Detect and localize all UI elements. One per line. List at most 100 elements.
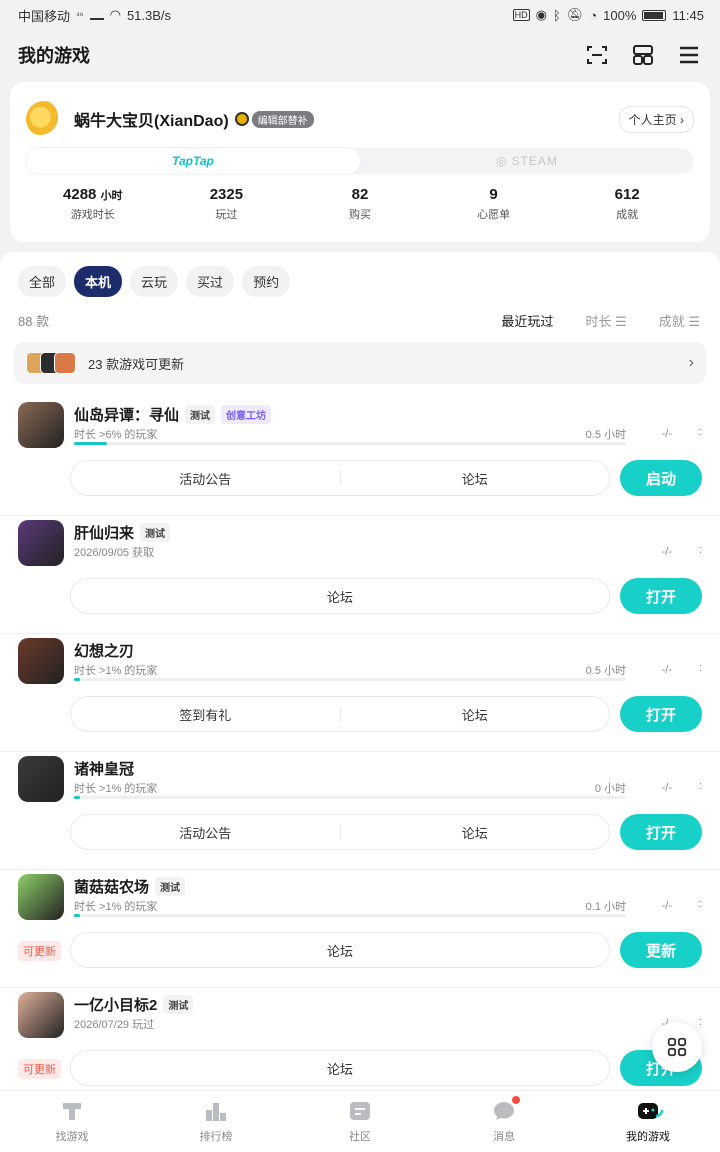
game-icon[interactable] xyxy=(18,520,64,566)
nav-label: 消息 xyxy=(493,1130,515,1143)
more-options-button[interactable]: : xyxy=(699,1016,702,1028)
scan-icon[interactable] xyxy=(584,42,610,68)
game-link-button[interactable]: 活动公告 xyxy=(71,823,340,842)
game-icon[interactable] xyxy=(18,756,64,802)
nav-ranking[interactable]: 排行榜 xyxy=(144,1091,288,1152)
chevron-right-icon: › xyxy=(688,354,694,371)
playtime-progress xyxy=(74,678,626,681)
avatar[interactable] xyxy=(26,101,62,137)
stat-achievements[interactable]: 612 成就 xyxy=(560,186,694,222)
game-link-button[interactable]: 论坛 xyxy=(71,587,609,606)
game-link-button[interactable]: 论坛 xyxy=(71,1059,609,1078)
nav-messages[interactable]: 消息 xyxy=(432,1091,576,1152)
playtime-progress xyxy=(74,796,626,799)
status-bar: 中国移动 ⁴⁶ ◠ 51.3B/s HD ◉ ᛒ 🔕︎ ◔ 100% 11:45 xyxy=(0,0,720,30)
game-achievements: -/- xyxy=(661,900,672,912)
homepage-button[interactable]: 个人主页 › xyxy=(618,105,694,133)
progress-fill xyxy=(74,914,80,917)
ranking-icon xyxy=(204,1100,228,1122)
game-row: 仙岛异谭：寻仙 测试 创意工坊 时长 >6% 的玩家 0.5 小时 -/-: 活动公告 论坛启… xyxy=(0,398,720,516)
update-banner[interactable]: 23 款游戏可更新 › xyxy=(14,342,706,384)
nav-community[interactable]: 社区 xyxy=(288,1091,432,1152)
steam-icon: ◎ xyxy=(496,154,508,168)
tab-taptap[interactable]: TapTap xyxy=(26,148,360,174)
game-action-button[interactable]: 启动 xyxy=(620,460,702,496)
game-link-button[interactable]: 论坛 xyxy=(71,941,609,960)
game-action-button[interactable]: 打开 xyxy=(620,696,702,732)
nav-label: 找游戏 xyxy=(55,1130,89,1143)
filter-all[interactable]: 全部 xyxy=(18,266,67,297)
game-title[interactable]: 肝仙归来 xyxy=(74,522,134,543)
carrier-label: 中国移动 xyxy=(18,8,71,24)
layout-icon[interactable] xyxy=(630,42,656,68)
update-banner-text: 23 款游戏可更新 xyxy=(88,356,185,372)
game-title[interactable]: 一亿小目标2 xyxy=(74,994,157,1015)
game-link-button[interactable]: 签到有礼 xyxy=(71,705,340,724)
more-options-button[interactable]: : xyxy=(699,426,702,438)
game-icon[interactable] xyxy=(18,874,64,920)
sort-playtime[interactable]: 时长 ☰ xyxy=(585,311,626,330)
wifi-icon: ◠ xyxy=(109,7,121,22)
game-title[interactable]: 菌菇菇农场 xyxy=(74,876,149,897)
game-links: 活动公告 论坛 xyxy=(70,814,610,850)
game-title[interactable]: 幻想之刃 xyxy=(74,640,134,661)
message-icon xyxy=(492,1095,520,1122)
taptap-icon xyxy=(60,1100,84,1122)
username[interactable]: 蜗牛大宝贝(XianDao) xyxy=(74,107,229,131)
game-action-button[interactable]: 打开 xyxy=(620,578,702,614)
game-icon[interactable] xyxy=(18,992,64,1038)
more-options-button[interactable]: : xyxy=(699,780,702,792)
more-options-button[interactable]: : xyxy=(699,898,702,910)
clock: 11:45 xyxy=(672,7,704,23)
bottom-nav: 找游戏 排行榜 社区 消息 我的游戏 xyxy=(0,1090,720,1152)
playtime-progress xyxy=(74,442,626,445)
community-icon xyxy=(348,1100,372,1122)
nav-find-games[interactable]: 找游戏 xyxy=(0,1091,144,1152)
game-link-button[interactable]: 论坛 xyxy=(341,469,610,488)
nav-label: 社区 xyxy=(349,1130,371,1143)
editor-badge: 编辑部替补 xyxy=(234,110,314,128)
unread-dot xyxy=(512,1095,520,1104)
game-hours: 0 小时 xyxy=(594,783,626,795)
game-link-button[interactable]: 活动公告 xyxy=(71,469,340,488)
game-action-button[interactable]: 打开 xyxy=(620,814,702,850)
stat-played[interactable]: 2325 玩过 xyxy=(160,186,294,222)
game-title[interactable]: 仙岛异谭：寻仙 xyxy=(74,404,179,425)
filter-reserved[interactable]: 预约 xyxy=(242,266,291,297)
update-available-tag: 可更新 xyxy=(18,1059,61,1079)
game-links: 论坛 xyxy=(70,1050,610,1086)
gamepad-icon xyxy=(636,1100,664,1122)
stat-playtime[interactable]: 4288 小时 游戏时长 xyxy=(26,186,160,222)
stat-label: 购买 xyxy=(348,209,371,221)
menu-icon[interactable] xyxy=(676,42,702,68)
stat-value: 4288 xyxy=(63,186,97,203)
update-icon-stack xyxy=(26,352,76,374)
game-title[interactable]: 诸神皇冠 xyxy=(74,758,134,779)
nav-my-games[interactable]: 我的游戏 xyxy=(576,1091,720,1152)
sort-recent[interactable]: 最近玩过 xyxy=(501,311,553,330)
game-link-button[interactable]: 论坛 xyxy=(341,705,610,724)
game-icon[interactable] xyxy=(18,402,64,448)
filter-local[interactable]: 本机 xyxy=(74,266,123,297)
game-icon[interactable] xyxy=(18,638,64,684)
nav-label: 排行榜 xyxy=(199,1130,233,1143)
top-header: 我的游戏 xyxy=(0,30,720,80)
game-subtitle: 时长 >6% 的玩家 xyxy=(74,429,158,441)
stat-wishlist[interactable]: 9 心愿单 xyxy=(427,186,561,222)
tab-steam[interactable]: ◎ STEAM xyxy=(360,148,694,174)
game-list-panel: 全部 本机 云玩 买过 预约 88 款 最近玩过 时长 ☰ 成就 ☰ 23 款游… xyxy=(0,252,720,1090)
game-hours: 0.1 小时 xyxy=(585,901,626,913)
sort-achievements[interactable]: 成就 ☰ xyxy=(659,311,700,330)
more-options-button[interactable]: : xyxy=(699,544,702,556)
game-row: 肝仙归来 测试 2026/09/05 获取 -/-: 论坛 打开 xyxy=(0,516,720,634)
game-link-button[interactable]: 论坛 xyxy=(341,823,610,842)
grid-fab-button[interactable] xyxy=(652,1022,702,1072)
filter-bought[interactable]: 买过 xyxy=(186,266,235,297)
more-options-button[interactable]: : xyxy=(699,662,702,674)
stat-label: 心愿单 xyxy=(477,209,511,221)
game-action-button[interactable]: 更新 xyxy=(620,932,702,968)
game-tag: 测试 xyxy=(140,523,171,542)
filter-cloud[interactable]: 云玩 xyxy=(130,266,179,297)
hd-icon: HD xyxy=(512,9,530,21)
stat-purchased[interactable]: 82 购买 xyxy=(293,186,427,222)
